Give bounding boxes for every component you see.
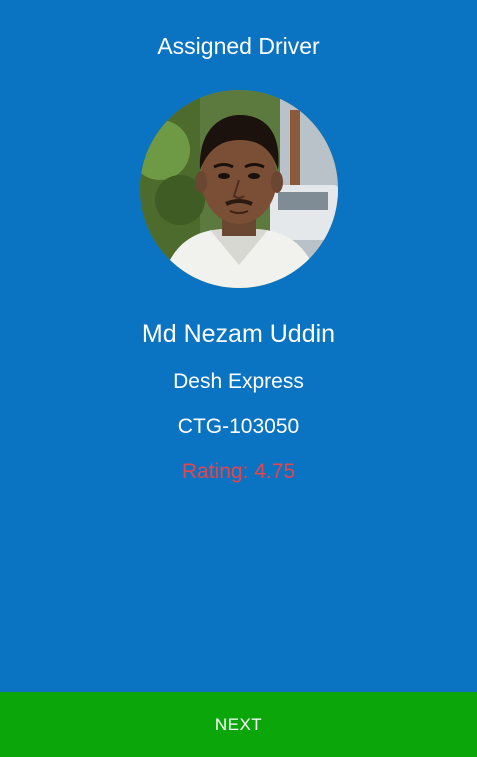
page-title: Assigned Driver: [157, 33, 320, 59]
driver-photo-avatar: [140, 90, 338, 288]
assigned-driver-screen: Assigned Driver Md Nezam Uddin Desh Expr…: [0, 0, 477, 757]
next-button[interactable]: NEXT: [0, 692, 477, 757]
driver-name: Md Nezam Uddin: [141, 320, 336, 348]
vehicle-number: CTG-103050: [177, 415, 300, 438]
driver-photo-icon: [140, 90, 338, 288]
driver-rating: Rating: 4.75: [181, 460, 296, 483]
company-name: Desh Express: [173, 370, 304, 393]
